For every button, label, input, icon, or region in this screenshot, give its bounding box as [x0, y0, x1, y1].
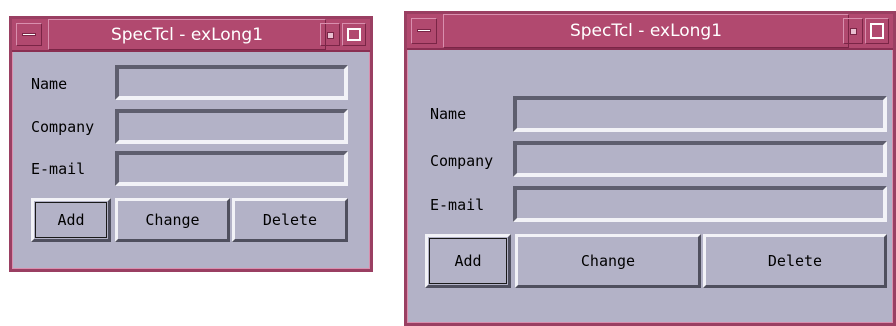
- company-field[interactable]: [513, 141, 887, 177]
- company-label: Company: [31, 118, 95, 136]
- email-label: E-mail: [31, 160, 86, 178]
- delete-button[interactable]: Delete: [232, 198, 348, 242]
- company-label: Company: [430, 152, 494, 170]
- window-small: SpecTcl - exLong1 Name Company E-mail Ad…: [9, 16, 373, 272]
- maximize-button[interactable]: [342, 23, 366, 46]
- add-button[interactable]: Add: [425, 234, 511, 288]
- title-bar[interactable]: SpecTcl - exLong1: [12, 19, 370, 52]
- change-button[interactable]: Change: [115, 198, 230, 242]
- window-menu-button[interactable]: [16, 23, 42, 46]
- email-field[interactable]: [115, 151, 348, 186]
- add-button[interactable]: Add: [31, 198, 111, 242]
- window-large: SpecTcl - exLong1 Name Company E-mail Ad…: [404, 11, 896, 326]
- minimize-icon: [850, 28, 857, 35]
- window-menu-icon: [22, 32, 36, 36]
- window-menu-icon: [417, 29, 431, 32]
- name-field[interactable]: [115, 65, 348, 100]
- contact-form: Name Company E-mail Add Change Delete: [12, 52, 370, 269]
- name-label: Name: [31, 75, 68, 93]
- window-title: SpecTcl - exLong1: [443, 14, 849, 48]
- email-label: E-mail: [430, 196, 485, 214]
- minimize-button[interactable]: [843, 18, 863, 44]
- minimize-button[interactable]: [320, 23, 340, 46]
- minimize-icon: [327, 31, 334, 39]
- delete-button[interactable]: Delete: [703, 234, 887, 288]
- contact-form: Name Company E-mail Add Change Delete: [407, 50, 893, 323]
- maximize-icon: [870, 23, 884, 39]
- email-field[interactable]: [513, 186, 887, 222]
- name-label: Name: [430, 105, 467, 123]
- maximize-button[interactable]: [865, 18, 889, 44]
- window-title: SpecTcl - exLong1: [48, 19, 326, 50]
- name-field[interactable]: [513, 96, 887, 132]
- change-button[interactable]: Change: [515, 234, 701, 288]
- title-bar[interactable]: SpecTcl - exLong1: [407, 14, 893, 50]
- maximize-icon: [347, 28, 361, 41]
- company-field[interactable]: [115, 109, 348, 144]
- window-menu-button[interactable]: [411, 18, 437, 44]
